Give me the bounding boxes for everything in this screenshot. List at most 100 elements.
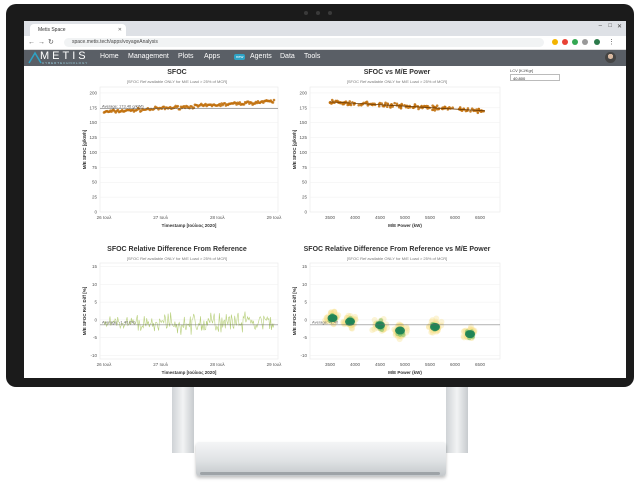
- data-point: [435, 104, 439, 108]
- data-point: [413, 103, 417, 106]
- y-tick-label: 125: [89, 135, 97, 140]
- density-core: [395, 326, 405, 335]
- forward-icon[interactable]: →: [38, 38, 45, 47]
- density-core: [375, 321, 385, 330]
- y-tick-label: 200: [89, 90, 97, 95]
- x-tick-label: 28 Ιουλ: [210, 215, 225, 220]
- x-tick-label: 6500: [475, 362, 486, 367]
- x-tick-label: 27 Ιουλ: [153, 215, 168, 220]
- nav-management[interactable]: Management: [128, 53, 169, 60]
- y-axis-label: M/E SFOC Ref. Diff [%]: [292, 286, 297, 335]
- x-tick-label: 26 Ιουλ: [97, 215, 112, 220]
- browser-tab[interactable]: Metis Space ✕: [30, 24, 126, 36]
- apps-new-badge: new: [234, 54, 246, 60]
- x-tick-label: 4000: [350, 362, 361, 367]
- x-tick-label: 5000: [400, 215, 411, 220]
- chart-subtitle: [SFOC Ref available ONLY for M/E Load > …: [126, 79, 228, 84]
- metis-logo[interactable]: METIS CYBERTECHNOLOGY: [28, 50, 92, 65]
- y-tick-label: 25: [92, 195, 98, 200]
- data-point: [431, 108, 434, 112]
- x-tick-label: 26 Ιουλ: [97, 362, 112, 367]
- star-icon[interactable]: [552, 39, 558, 45]
- reload-icon[interactable]: ↻: [48, 38, 54, 47]
- nav-tools[interactable]: Tools: [304, 53, 320, 60]
- y-tick-label: 15: [92, 264, 98, 269]
- monitor-bezel: Metis Space ✕ – □ ✕ ← → ↻ space.metis.te…: [6, 4, 634, 387]
- data-point: [348, 100, 352, 103]
- address-bar: ← → ↻ space.metis.tech/apps/voyageAnalys…: [24, 36, 626, 50]
- stand-base: [196, 442, 446, 476]
- minimize-icon[interactable]: –: [599, 23, 602, 29]
- extension-icon[interactable]: [572, 39, 578, 45]
- data-point: [377, 104, 381, 108]
- x-tick-label: 27 Ιουλ: [153, 362, 168, 367]
- chart-title: SFOC Relative Difference From Reference …: [303, 246, 491, 253]
- lcv-input[interactable]: 40.800: [510, 74, 560, 81]
- data-point: [395, 102, 399, 106]
- plot-area: [309, 262, 501, 360]
- profile-icon[interactable]: [594, 39, 600, 45]
- maximize-icon[interactable]: □: [608, 23, 612, 29]
- screen: Metis Space ✕ – □ ✕ ← → ↻ space.metis.te…: [24, 21, 626, 378]
- chart-title: SFOC Relative Difference From Reference: [107, 246, 247, 253]
- nav-agents[interactable]: Agents: [250, 53, 272, 60]
- y-tick-label: 100: [89, 150, 97, 155]
- x-tick-label: 6000: [450, 215, 461, 220]
- data-point: [448, 106, 451, 109]
- dashboard-content: LCV [KJ/Kgr] 40.800 SFOC [SFOC Ref avail…: [24, 66, 626, 378]
- data-point: [378, 101, 382, 105]
- chart-title: SFOC vs M/E Power: [363, 69, 431, 76]
- close-window-icon[interactable]: ✕: [617, 23, 622, 30]
- data-point: [469, 110, 472, 113]
- extension-icon[interactable]: [562, 39, 568, 45]
- density-core: [345, 317, 355, 326]
- extension-icon[interactable]: [582, 39, 588, 45]
- y-tick-label: -10: [90, 353, 97, 358]
- sfoc-chart: 0 25 50 75 100 125 150 175 200 26 Ιουλ 27 Ιουλ 28 Ι…: [82, 86, 282, 229]
- data-point: [389, 106, 392, 109]
- x-tick-label: 5500: [425, 215, 436, 220]
- y-tick-label: 175: [299, 105, 307, 110]
- y-tick-label: 0: [304, 317, 307, 322]
- y-tick-label: -5: [303, 335, 307, 340]
- nav-home[interactable]: Home: [100, 53, 119, 60]
- y-axis-label: M/E SFOC Ref. Diff [%]: [82, 286, 87, 335]
- nav-plots[interactable]: Plots: [178, 53, 194, 60]
- plot-area: [99, 262, 279, 360]
- data-point: [272, 98, 276, 102]
- close-tab-icon[interactable]: ✕: [118, 24, 122, 36]
- average-label: Average: -1.40: [312, 319, 339, 324]
- x-tick-label: 28 Ιουλ: [210, 362, 225, 367]
- data-point: [470, 107, 474, 110]
- chart-title: SFOC: [167, 69, 187, 76]
- x-axis-label: M/E Power (kW): [388, 223, 422, 228]
- menu-dots-icon[interactable]: ⋮: [608, 38, 615, 47]
- app-navbar: METIS CYBERTECHNOLOGY Home Management Pl…: [24, 50, 626, 66]
- x-tick-label: 5000: [400, 362, 411, 367]
- stand-arm-right: [446, 387, 468, 453]
- data-point: [349, 103, 353, 107]
- x-tick-label: 6000: [450, 362, 461, 367]
- x-tick-label: 4000: [350, 215, 361, 220]
- x-tick-label: 3500: [325, 215, 336, 220]
- camera-dot: [304, 11, 308, 15]
- data-point: [393, 101, 396, 105]
- y-axis-label: M/E SFOC [g/kWh]: [292, 129, 297, 169]
- avatar[interactable]: [605, 52, 616, 63]
- x-tick-label: 6500: [475, 215, 486, 220]
- stand-arm-left: [172, 387, 194, 453]
- data-point: [443, 105, 447, 109]
- back-icon[interactable]: ←: [28, 38, 35, 47]
- y-tick-label: 175: [89, 105, 97, 110]
- url-field[interactable]: space.metis.tech/apps/voyageAnalysis: [64, 38, 544, 47]
- nav-apps[interactable]: Apps: [204, 53, 220, 60]
- nav-data[interactable]: Data: [280, 53, 295, 60]
- data-point: [458, 106, 462, 109]
- camera-dot: [316, 11, 320, 15]
- data-point: [433, 109, 437, 112]
- camera-dot: [328, 11, 332, 15]
- y-tick-label: 50: [92, 180, 98, 185]
- sfoc-diff-chart: -10 -5 0 5 10 15 26 Ιουλ 27 Ιουλ 28 Ιουλ 29 Ιουλ T…: [82, 262, 282, 376]
- sfoc-diff-vs-power-panel: SFOC Relative Difference From Reference …: [286, 246, 508, 376]
- y-tick-label: 200: [299, 90, 307, 95]
